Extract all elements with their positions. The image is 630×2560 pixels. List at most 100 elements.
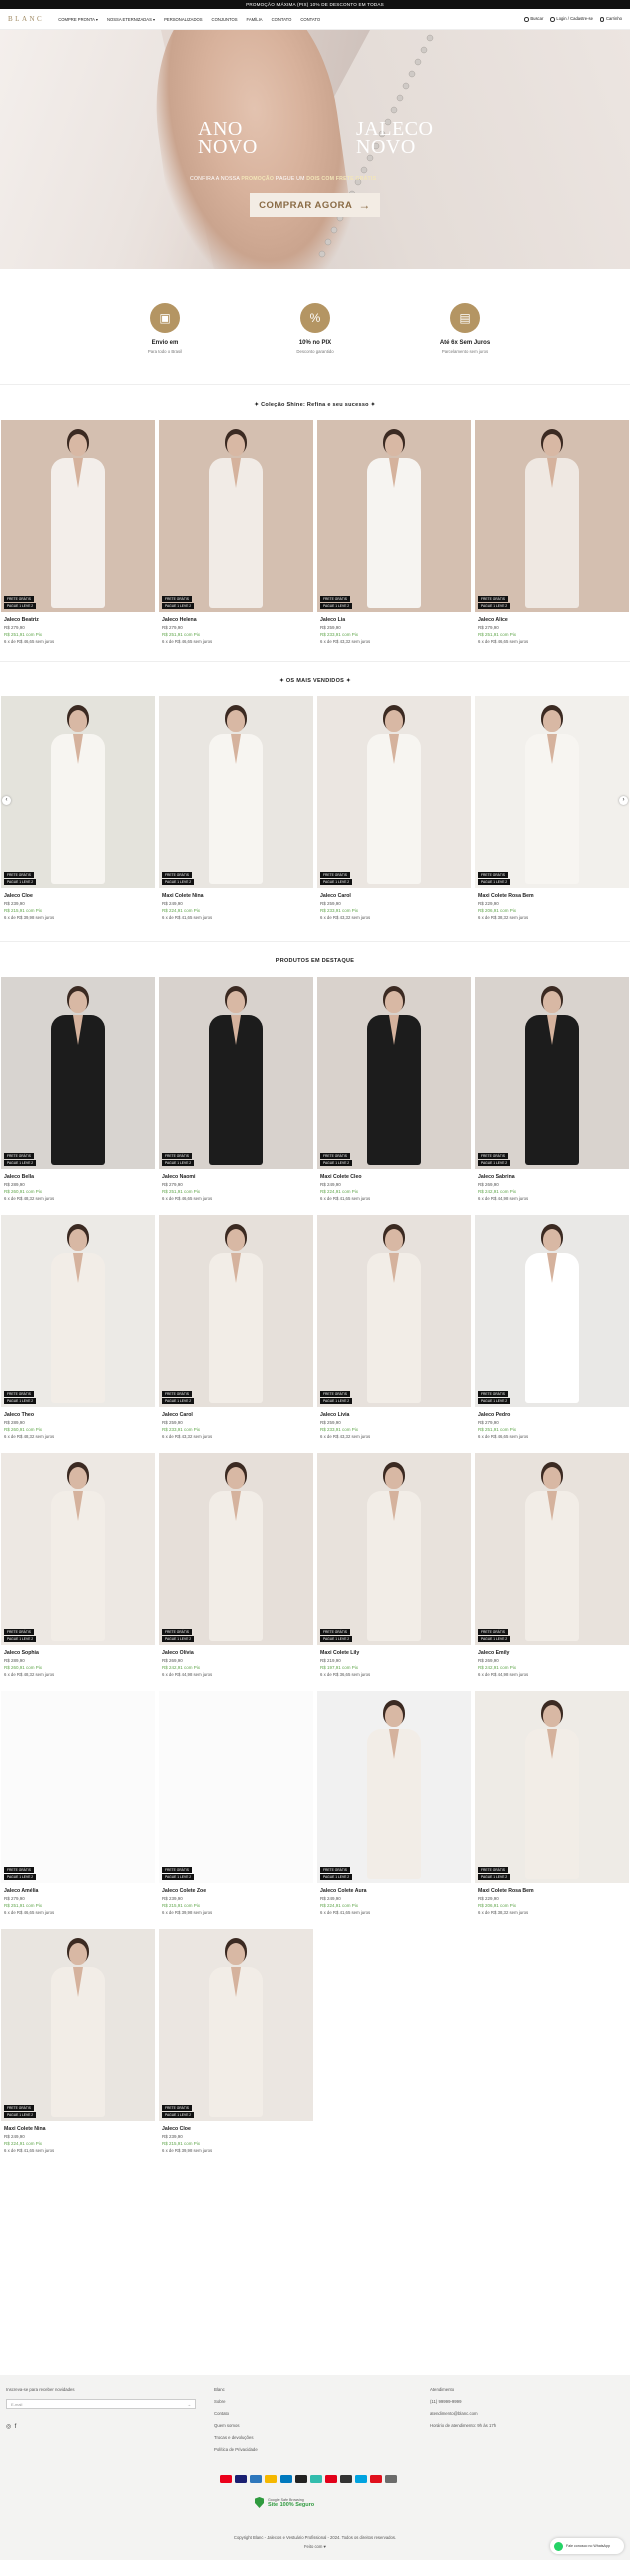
facebook-icon[interactable]: f [15, 2424, 17, 2430]
product-name[interactable]: Jaleco Bella [4, 1174, 152, 1180]
product-image[interactable]: FRETE GRÁTIS PAGUE 1 LEVE 2 [317, 1453, 471, 1645]
nav-item[interactable]: CONTATO [272, 17, 292, 22]
product-card[interactable]: FRETE GRÁTIS PAGUE 1 LEVE 2 Maxi Colete Ro… [475, 696, 629, 920]
hero-cta-button[interactable]: COMPRAR AGORA → [250, 193, 380, 217]
product-card[interactable]: FRETE GRÁTIS PAGUE 1 LEVE 2 Maxi Colete Cl… [317, 977, 471, 1201]
product-card[interactable]: FRETE GRÁTIS PAGUE 1 LEVE 2 Jaleco Emily R$… [475, 1453, 629, 1677]
product-card[interactable]: FRETE GRÁTIS PAGUE 1 LEVE 2 Jaleco Naomi R$… [159, 977, 313, 1201]
nav-item[interactable]: COMPRE PRONTA ▾ [58, 17, 98, 22]
product-name[interactable]: Jaleco Olívia [162, 1650, 310, 1656]
product-image[interactable]: FRETE GRÁTIS PAGUE 1 LEVE 2 [475, 1215, 629, 1407]
footer-link[interactable]: Política de Privacidade [214, 2447, 258, 2452]
product-name[interactable]: Jaleco Theo [4, 1412, 152, 1418]
product-name[interactable]: Jaleco Amélia [4, 1888, 152, 1894]
product-name[interactable]: Maxi Colete Nina [162, 893, 310, 899]
product-card[interactable]: FRETE GRÁTIS PAGUE 1 LEVE 2 Jaleco Helena R… [159, 420, 313, 644]
product-image[interactable]: FRETE GRÁTIS PAGUE 1 LEVE 2 [475, 420, 629, 612]
product-image[interactable]: FRETE GRÁTIS PAGUE 1 LEVE 2 [475, 977, 629, 1169]
product-name[interactable]: Jaleco Colete Aura [320, 1888, 468, 1894]
product-image[interactable]: FRETE GRÁTIS PAGUE 1 LEVE 2 [159, 1215, 313, 1407]
contact-email[interactable]: atendimento@blanc.com [430, 2411, 496, 2416]
product-name[interactable]: Jaleco Cloe [4, 893, 152, 899]
product-card[interactable]: FRETE GRÁTIS PAGUE 1 LEVE 2 Jaleco Amélia R… [1, 1691, 155, 1915]
product-name[interactable]: Jaleco Emily [478, 1650, 626, 1656]
product-name[interactable]: Jaleco Pedro [478, 1412, 626, 1418]
product-card[interactable]: FRETE GRÁTIS PAGUE 1 LEVE 2 Maxi Colete Li… [317, 1453, 471, 1677]
product-card[interactable]: FRETE GRÁTIS PAGUE 1 LEVE 2 Maxi Colete Ro… [475, 1691, 629, 1915]
product-image[interactable]: FRETE GRÁTIS PAGUE 1 LEVE 2 [475, 1691, 629, 1883]
newsletter-submit-button[interactable]: → [187, 2402, 191, 2407]
product-image[interactable]: FRETE GRÁTIS PAGUE 1 LEVE 2 [159, 696, 313, 888]
product-image[interactable]: FRETE GRÁTIS PAGUE 1 LEVE 2 [475, 1453, 629, 1645]
product-image[interactable]: FRETE GRÁTIS PAGUE 1 LEVE 2 [159, 1691, 313, 1883]
footer-link[interactable]: Sobre [214, 2399, 258, 2404]
product-name[interactable]: Jaleco Alice [478, 617, 626, 623]
product-name[interactable]: Jaleco Livia [320, 1412, 468, 1418]
product-card[interactable]: FRETE GRÁTIS PAGUE 1 LEVE 2 Jaleco Pedro R$… [475, 1215, 629, 1439]
product-image[interactable]: FRETE GRÁTIS PAGUE 1 LEVE 2 [159, 1453, 313, 1645]
product-image[interactable]: FRETE GRÁTIS PAGUE 1 LEVE 2 [1, 1929, 155, 2121]
product-image[interactable]: FRETE GRÁTIS PAGUE 1 LEVE 2 [1, 977, 155, 1169]
nav-item[interactable]: CONJUNTOS [212, 17, 238, 22]
product-card[interactable]: FRETE GRÁTIS PAGUE 1 LEVE 2 Jaleco Livia R$… [317, 1215, 471, 1439]
product-card[interactable]: FRETE GRÁTIS PAGUE 1 LEVE 2 Jaleco Carol R$… [317, 696, 471, 920]
contact-phone[interactable]: (11) 99999-9999 [430, 2399, 496, 2404]
product-image[interactable]: FRETE GRÁTIS PAGUE 1 LEVE 2 [317, 1215, 471, 1407]
product-card[interactable]: FRETE GRÁTIS PAGUE 1 LEVE 2 Jaleco Bella R$… [1, 977, 155, 1201]
product-card[interactable]: FRETE GRÁTIS PAGUE 1 LEVE 2 Jaleco Sabrina… [475, 977, 629, 1201]
product-name[interactable]: Jaleco Cloe [162, 2126, 310, 2132]
nav-item[interactable]: PERSONALIZADOS [164, 17, 202, 22]
cart-button[interactable]: Carrinho [599, 16, 622, 22]
product-card[interactable]: FRETE GRÁTIS PAGUE 1 LEVE 2 Maxi Colete Ni… [159, 696, 313, 920]
footer-link[interactable]: Blanc [214, 2387, 258, 2392]
product-name[interactable]: Maxi Colete Lily [320, 1650, 468, 1656]
footer-link[interactable]: Trocas e devoluções [214, 2435, 258, 2440]
account-button[interactable]: Login / Cadastre-se [550, 16, 593, 22]
product-name[interactable]: Jaleco Lia [320, 617, 468, 623]
product-name[interactable]: Jaleco Helena [162, 617, 310, 623]
product-card[interactable]: FRETE GRÁTIS PAGUE 1 LEVE 2 Jaleco Beatriz… [1, 420, 155, 644]
search-button[interactable]: Buscar [524, 16, 543, 22]
product-card[interactable]: FRETE GRÁTIS PAGUE 1 LEVE 2 Jaleco Theo R$ … [1, 1215, 155, 1439]
footer-link[interactable]: Quem somos [214, 2423, 258, 2428]
hero-banner[interactable]: ANO NOVO JALECO NOVO CONFIRA A NOSSA PRO… [0, 30, 630, 269]
product-image[interactable]: FRETE GRÁTIS PAGUE 1 LEVE 2 [1, 1453, 155, 1645]
product-card[interactable]: FRETE GRÁTIS PAGUE 1 LEVE 2 Jaleco Colete … [159, 1691, 313, 1915]
nav-item[interactable]: FAMÍLIA [247, 17, 263, 22]
product-image[interactable]: FRETE GRÁTIS PAGUE 1 LEVE 2 [1, 1215, 155, 1407]
product-name[interactable]: Jaleco Carol [320, 893, 468, 899]
footer-link[interactable]: Contato [214, 2411, 258, 2416]
product-image[interactable]: FRETE GRÁTIS PAGUE 1 LEVE 2 [1, 1691, 155, 1883]
product-name[interactable]: Jaleco Naomi [162, 1174, 310, 1180]
product-name[interactable]: Maxi Colete Rosa Bem [478, 1888, 626, 1894]
product-card[interactable]: FRETE GRÁTIS PAGUE 1 LEVE 2 Jaleco Carol R$… [159, 1215, 313, 1439]
product-image[interactable]: FRETE GRÁTIS PAGUE 1 LEVE 2 [317, 420, 471, 612]
product-card[interactable]: FRETE GRÁTIS PAGUE 1 LEVE 2 Jaleco Cloe R$ … [1, 696, 155, 920]
product-card[interactable]: FRETE GRÁTIS PAGUE 1 LEVE 2 Jaleco Colete … [317, 1691, 471, 1915]
product-image[interactable]: FRETE GRÁTIS PAGUE 1 LEVE 2 [159, 420, 313, 612]
product-image[interactable]: FRETE GRÁTIS PAGUE 1 LEVE 2 [1, 696, 155, 888]
carousel-next-button[interactable]: › [619, 796, 628, 805]
product-image[interactable]: FRETE GRÁTIS PAGUE 1 LEVE 2 [317, 1691, 471, 1883]
product-card[interactable]: FRETE GRÁTIS PAGUE 1 LEVE 2 Jaleco Cloe R$ … [159, 1929, 313, 2153]
product-card[interactable]: FRETE GRÁTIS PAGUE 1 LEVE 2 Jaleco Alice R$… [475, 420, 629, 644]
instagram-icon[interactable]: ◎ [6, 2424, 11, 2430]
product-name[interactable]: Jaleco Colete Zoe [162, 1888, 310, 1894]
product-image[interactable]: FRETE GRÁTIS PAGUE 1 LEVE 2 [475, 696, 629, 888]
product-image[interactable]: FRETE GRÁTIS PAGUE 1 LEVE 2 [317, 977, 471, 1169]
product-card[interactable]: FRETE GRÁTIS PAGUE 1 LEVE 2 Jaleco Lia R$ 2… [317, 420, 471, 644]
product-image[interactable]: FRETE GRÁTIS PAGUE 1 LEVE 2 [159, 1929, 313, 2121]
nav-item[interactable]: CONTATO [300, 17, 320, 22]
whatsapp-button[interactable]: Fale conosco no WhatsApp [550, 2538, 624, 2554]
product-name[interactable]: Maxi Colete Rosa Bem [478, 893, 626, 899]
brand-logo[interactable]: BLANC [8, 15, 44, 23]
nav-item[interactable]: NOSSA ETERNIZADAS ▾ [107, 17, 155, 22]
product-name[interactable]: Jaleco Beatriz [4, 617, 152, 623]
product-name[interactable]: Jaleco Carol [162, 1412, 310, 1418]
newsletter-email-input[interactable]: E-mail → [6, 2399, 196, 2409]
product-image[interactable]: FRETE GRÁTIS PAGUE 1 LEVE 2 [1, 420, 155, 612]
product-name[interactable]: Maxi Colete Cleo [320, 1174, 468, 1180]
carousel-prev-button[interactable]: ‹ [2, 796, 11, 805]
product-image[interactable]: FRETE GRÁTIS PAGUE 1 LEVE 2 [317, 696, 471, 888]
product-name[interactable]: Jaleco Sabrina [478, 1174, 626, 1180]
